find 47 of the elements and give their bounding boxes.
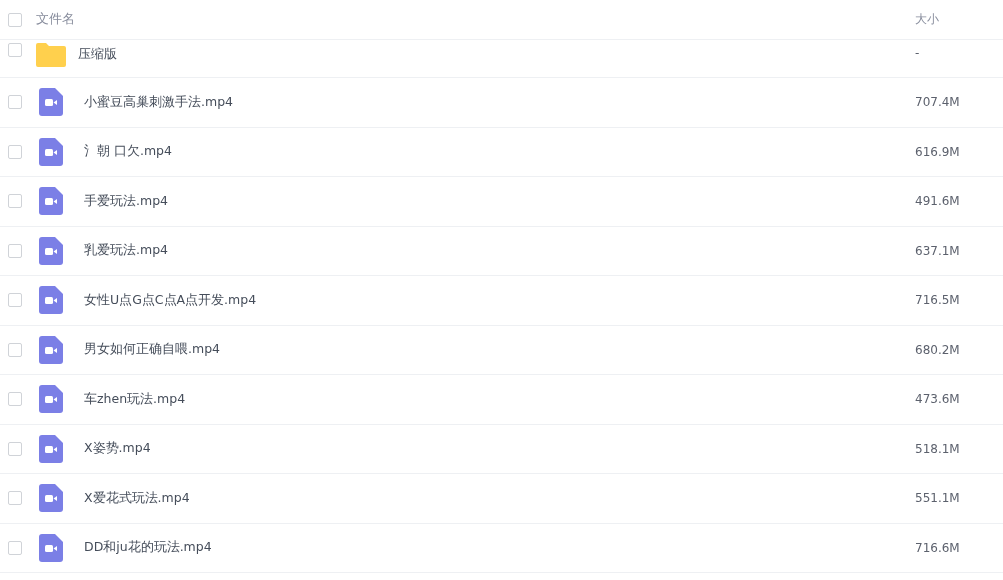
file-size: 716.6M	[915, 540, 961, 555]
file-size: 707.4M	[915, 95, 961, 110]
checkbox[interactable]	[8, 243, 22, 258]
file-name[interactable]: 小蜜豆高巢刺激手法.mp4	[84, 93, 915, 111]
checkbox[interactable]	[8, 441, 22, 456]
file-size: 551.1M	[915, 491, 961, 506]
file-size: 637.1M	[915, 243, 961, 258]
size-column-header[interactable]: 大小	[908, 11, 1003, 28]
file-size: 616.9M	[915, 144, 961, 159]
file-size: 680.2M	[915, 342, 961, 357]
file-name[interactable]: DD和ju花的玩法.mp4	[84, 539, 915, 557]
checkbox[interactable]	[8, 392, 22, 407]
file-size: 491.6M	[915, 194, 961, 209]
file-size: 518.1M	[915, 441, 961, 456]
name-column-header[interactable]: 文件名	[36, 11, 908, 28]
video-file-icon	[39, 335, 63, 364]
video-file-icon	[39, 286, 63, 315]
file-size: 473.6M	[915, 392, 961, 407]
checkbox[interactable]	[8, 491, 22, 506]
file-name[interactable]: 氵朝 口欠.mp4	[84, 143, 915, 161]
checkbox[interactable]	[8, 293, 22, 308]
file-name[interactable]: 压缩版	[78, 46, 915, 63]
file-name[interactable]: X姿势.mp4	[84, 440, 915, 458]
file-name[interactable]: 车zhen玩法.mp4	[84, 390, 915, 408]
checkbox[interactable]	[8, 144, 22, 159]
file-name[interactable]: 女性U点G点C点A点开发.mp4	[84, 291, 915, 309]
video-file-icon	[39, 484, 63, 513]
checkbox[interactable]	[8, 12, 22, 27]
checkbox[interactable]	[8, 194, 22, 209]
checkbox[interactable]	[8, 95, 22, 110]
file-size: 716.5M	[915, 293, 961, 308]
file-name[interactable]: 乳爱玩法.mp4	[84, 242, 915, 260]
video-file-icon	[39, 88, 63, 117]
video-file-icon	[39, 434, 63, 463]
video-file-icon	[39, 533, 63, 562]
video-file-icon	[39, 137, 63, 166]
file-size: -	[915, 46, 921, 60]
file-name[interactable]: 手爱玩法.mp4	[84, 192, 915, 210]
video-file-icon	[39, 187, 63, 216]
checkbox[interactable]	[8, 540, 22, 555]
checkbox[interactable]	[8, 342, 22, 357]
video-file-icon	[39, 385, 63, 414]
folder-icon	[36, 43, 66, 67]
video-file-icon	[39, 236, 63, 265]
file-name[interactable]: X爱花式玩法.mp4	[84, 489, 915, 507]
file-name[interactable]: 男女如何正确自喂.mp4	[84, 341, 915, 359]
checkbox[interactable]	[8, 43, 22, 57]
